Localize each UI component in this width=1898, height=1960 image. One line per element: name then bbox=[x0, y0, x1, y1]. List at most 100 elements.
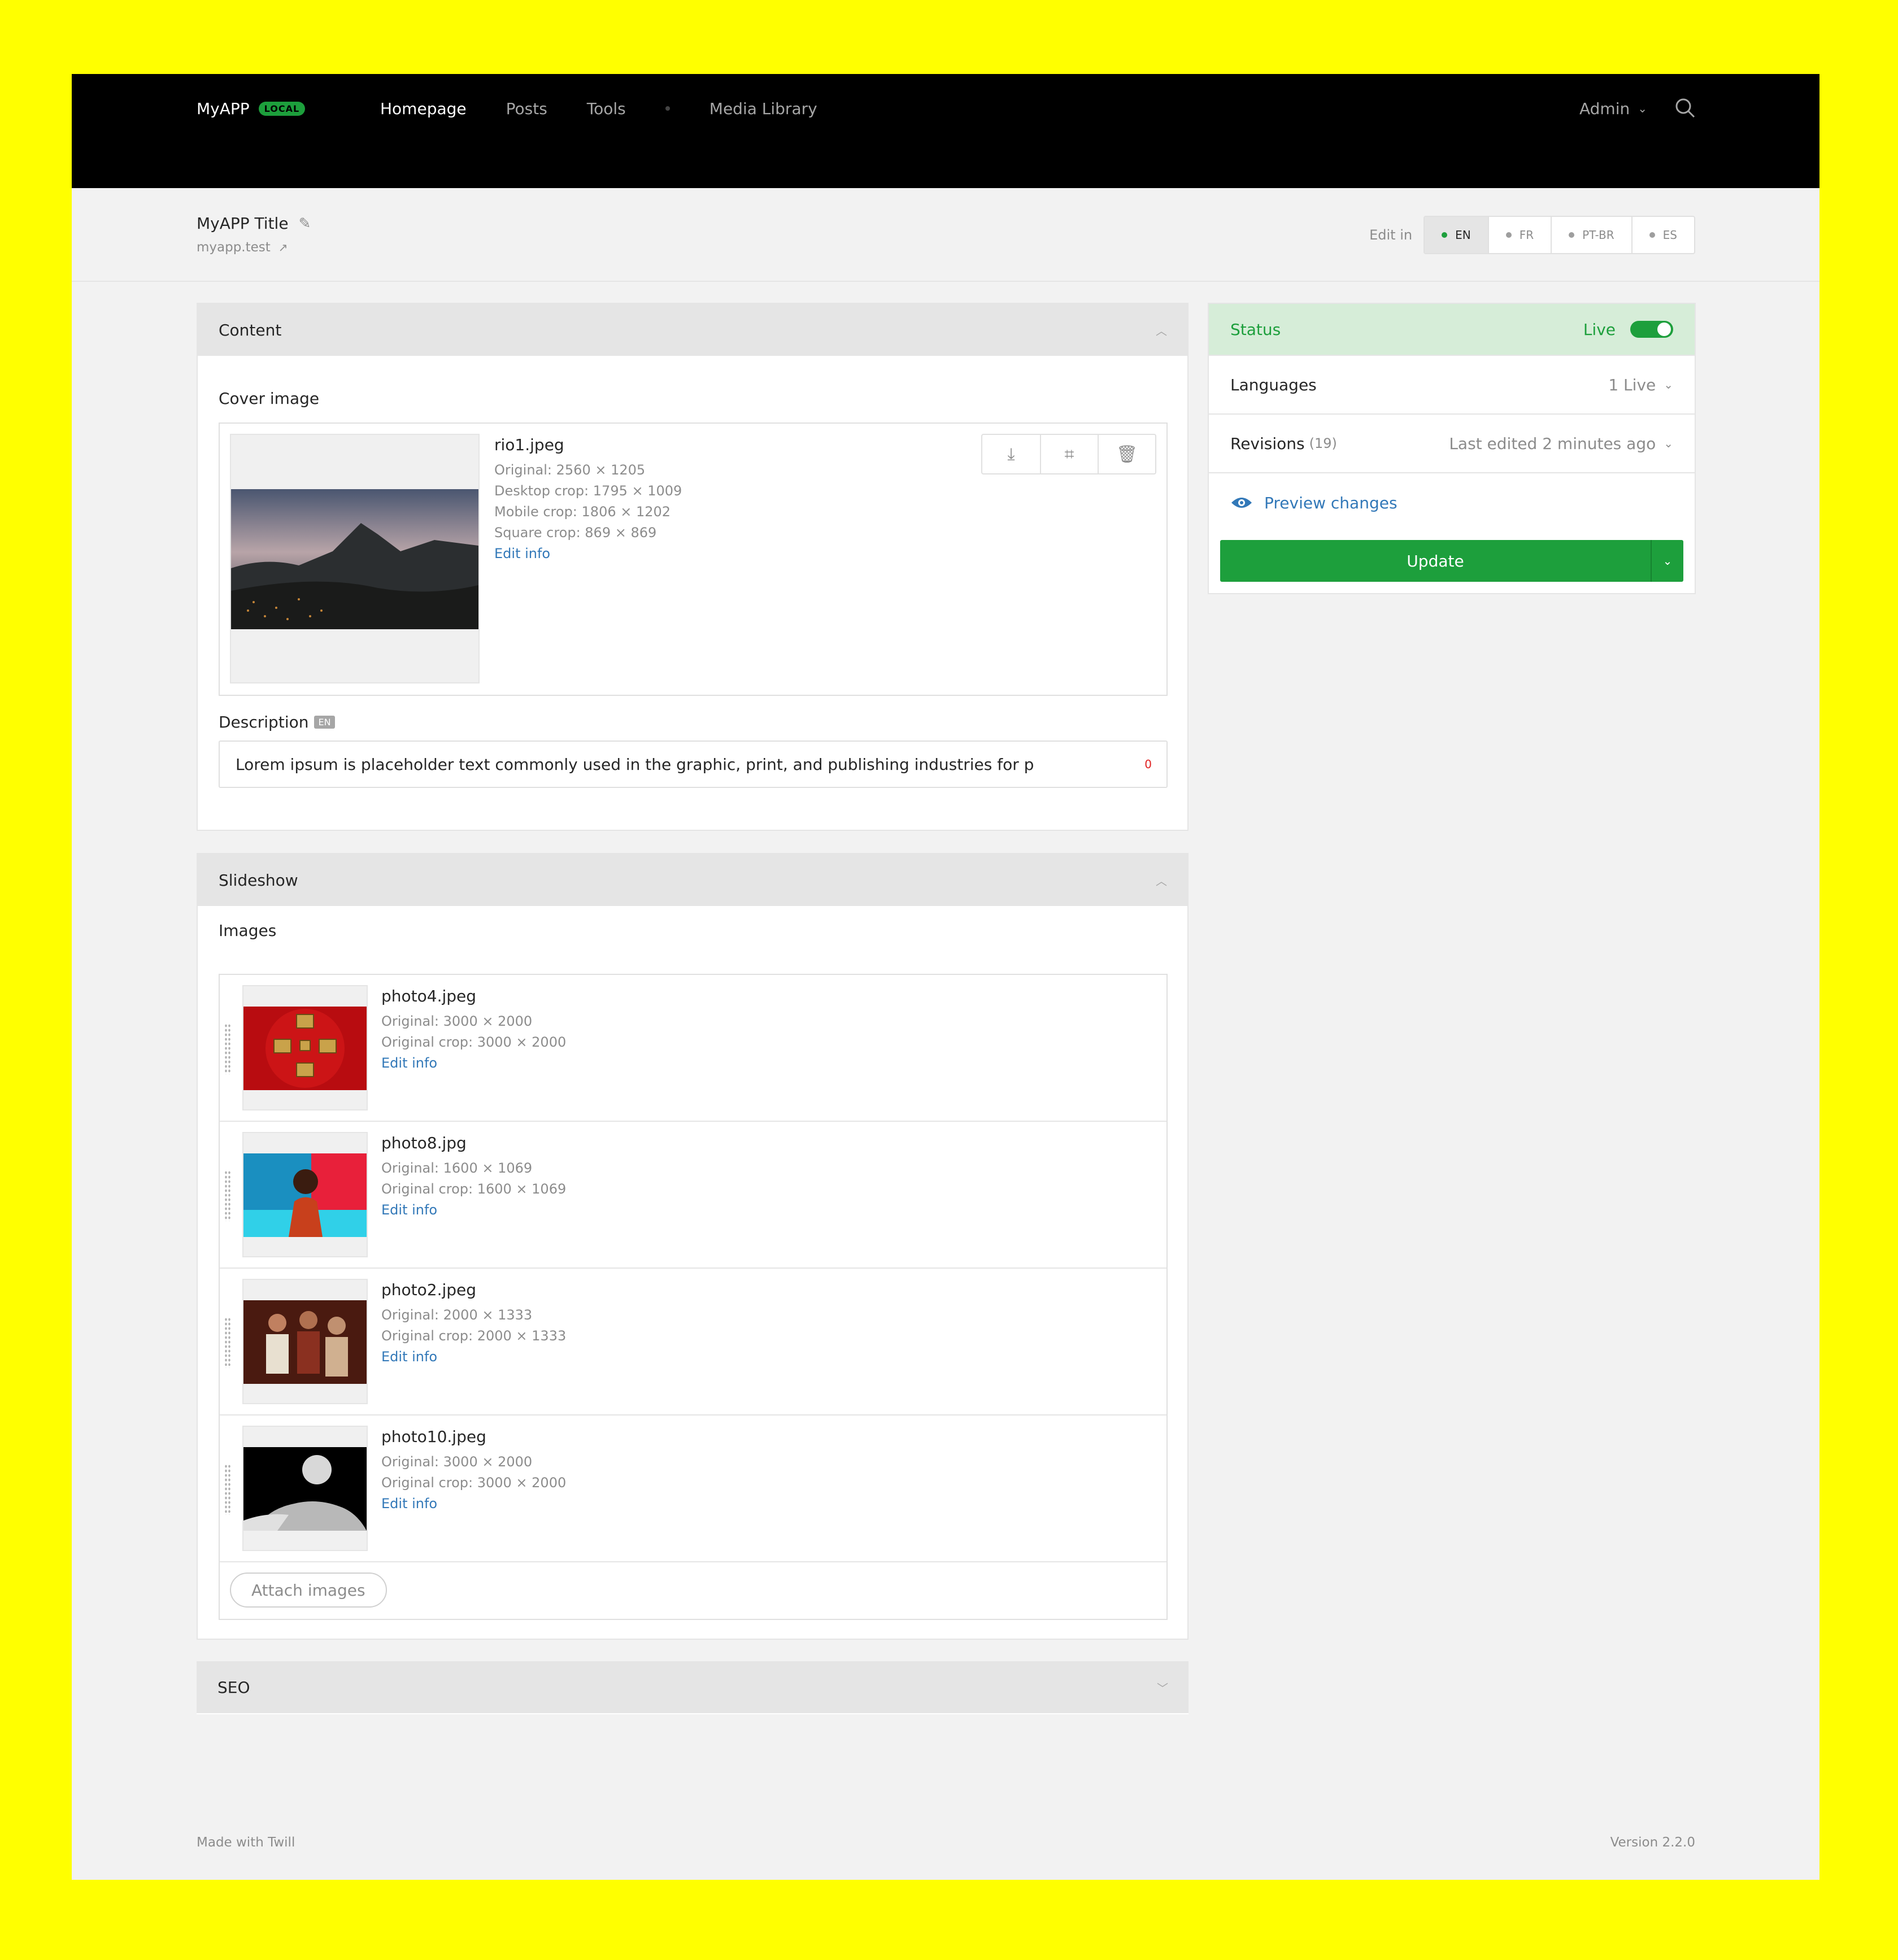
cover-image-field: rio1.jpeg Original: 2560 × 1205 Desktop … bbox=[219, 423, 1168, 696]
cover-photo bbox=[231, 489, 478, 629]
main-nav: Homepage Posts Tools Media Library bbox=[380, 94, 857, 123]
title-bar: MyAPP Title ✎ myapp.test ↗ Edit in EN FR… bbox=[72, 188, 1819, 282]
image-thumbnail[interactable] bbox=[242, 1426, 368, 1551]
lang-code: ES bbox=[1662, 228, 1677, 242]
status-dot bbox=[1649, 232, 1655, 238]
drag-handle[interactable] bbox=[224, 1023, 231, 1074]
square-crop: Square crop: 869 × 869 bbox=[494, 525, 657, 541]
chevron-down-icon: ⌄ bbox=[1662, 554, 1673, 568]
image-thumbnail[interactable] bbox=[242, 1132, 368, 1257]
delete-button[interactable]: 🗑 bbox=[1098, 435, 1155, 473]
crop-button[interactable]: ⌗ bbox=[1040, 435, 1098, 473]
status-value: Live bbox=[1583, 320, 1616, 339]
character-counter: 0 bbox=[1144, 757, 1152, 771]
language-switcher: Edit in EN FR PT-BR ES bbox=[1369, 216, 1695, 254]
brand-name: MyAPP bbox=[197, 99, 250, 118]
footer-version: Version 2.2.0 bbox=[1610, 1835, 1695, 1850]
image-meta: photo8.jpg Original: 1600 × 1069 Origina… bbox=[381, 1132, 566, 1221]
update-button[interactable]: Update bbox=[1220, 540, 1651, 582]
revisions-row[interactable]: Revisions (19) Last edited 2 minutes ago… bbox=[1209, 415, 1695, 473]
photo10-image bbox=[243, 1447, 367, 1531]
preview-changes-link[interactable]: Preview changes bbox=[1209, 473, 1695, 532]
edit-info-link[interactable]: Edit info bbox=[381, 1347, 566, 1367]
nav-item-media-library[interactable]: Media Library bbox=[709, 99, 817, 118]
original-crop: Original crop: 2000 × 1333 bbox=[381, 1328, 567, 1344]
photo2-image bbox=[243, 1300, 367, 1384]
status-dot bbox=[1569, 232, 1575, 238]
lang-button-fr[interactable]: FR bbox=[1487, 217, 1551, 253]
status-dot bbox=[1505, 232, 1512, 238]
drag-handle[interactable] bbox=[224, 1464, 231, 1515]
drag-handle[interactable] bbox=[224, 1170, 231, 1221]
download-button[interactable]: ⤓ bbox=[982, 435, 1040, 473]
description-value: Lorem ipsum is placeholder text commonly… bbox=[236, 755, 1034, 774]
image-meta: photo2.jpeg Original: 2000 × 1333 Origin… bbox=[381, 1279, 566, 1367]
footer-credit[interactable]: Made with Twill bbox=[197, 1835, 295, 1850]
chevron-down-icon: ⌄ bbox=[1664, 437, 1673, 450]
file-name: photo10.jpeg bbox=[381, 1427, 486, 1446]
description-input[interactable]: Lorem ipsum is placeholder text commonly… bbox=[219, 741, 1168, 788]
pencil-icon[interactable]: ✎ bbox=[299, 215, 311, 232]
edit-info-link[interactable]: Edit info bbox=[381, 1493, 566, 1514]
edit-in-label: Edit in bbox=[1369, 227, 1413, 243]
external-link-icon: ↗ bbox=[278, 241, 288, 254]
content-panel-header[interactable]: Content ︿ bbox=[198, 304, 1187, 356]
user-menu[interactable]: Admin ⌄ bbox=[1579, 94, 1647, 123]
lang-code: FR bbox=[1519, 228, 1534, 242]
cover-thumbnail[interactable] bbox=[230, 434, 480, 683]
original-crop: Original crop: 3000 × 2000 bbox=[381, 1475, 567, 1491]
nav-item-tools[interactable]: Tools bbox=[587, 99, 626, 118]
download-icon: ⤓ bbox=[1007, 444, 1015, 464]
lang-button-pt-br[interactable]: PT-BR bbox=[1551, 217, 1631, 253]
drag-handle[interactable] bbox=[224, 1317, 231, 1368]
attach-images-button[interactable]: Attach images bbox=[230, 1573, 387, 1608]
image-thumbnail[interactable] bbox=[242, 985, 368, 1110]
edit-info-link[interactable]: Edit info bbox=[381, 1200, 566, 1221]
lang-button-es[interactable]: ES bbox=[1631, 217, 1694, 253]
field-label-text: Cover image bbox=[219, 389, 320, 408]
user-name: Admin bbox=[1579, 99, 1630, 118]
update-area: Update ⌄ bbox=[1209, 532, 1695, 593]
description-label: Description EN bbox=[219, 713, 335, 731]
nav-item-posts[interactable]: Posts bbox=[506, 99, 547, 118]
update-options-button[interactable]: ⌄ bbox=[1651, 540, 1683, 582]
permalink-text: myapp.test bbox=[197, 240, 271, 255]
app-window: MyAPP LOCAL Homepage Posts Tools Media L… bbox=[72, 74, 1819, 1880]
search-icon[interactable] bbox=[1674, 97, 1696, 119]
language-buttons: EN FR PT-BR ES bbox=[1424, 216, 1695, 254]
languages-row[interactable]: Languages 1 Live ⌄ bbox=[1209, 356, 1695, 415]
field-label-text: Description bbox=[219, 713, 309, 731]
nav-item-homepage[interactable]: Homepage bbox=[380, 99, 467, 118]
image-meta: photo10.jpeg Original: 3000 × 2000 Origi… bbox=[381, 1426, 566, 1514]
panel-title: Slideshow bbox=[219, 870, 298, 890]
list-item: photo2.jpeg Original: 2000 × 1333 Origin… bbox=[220, 1269, 1166, 1415]
lang-button-en[interactable]: EN bbox=[1425, 217, 1488, 253]
lang-code: EN bbox=[1455, 228, 1471, 242]
file-name: photo4.jpeg bbox=[381, 987, 477, 1005]
original-crop: Original crop: 3000 × 2000 bbox=[381, 1034, 567, 1050]
revisions-summary: Last edited 2 minutes ago ⌄ bbox=[1449, 434, 1673, 453]
languages-value: 1 Live bbox=[1608, 375, 1656, 394]
photo8-image bbox=[243, 1153, 367, 1237]
live-toggle[interactable] bbox=[1630, 321, 1673, 338]
top-navigation-bar: MyAPP LOCAL Homepage Posts Tools Media L… bbox=[72, 74, 1819, 188]
slideshow-panel-header[interactable]: Slideshow ︿ bbox=[198, 854, 1187, 906]
images-list: photo4.jpeg Original: 3000 × 2000 Origin… bbox=[219, 974, 1168, 1620]
slideshow-panel: Slideshow ︿ Images photo4.jpeg Original:… bbox=[197, 853, 1189, 1640]
list-item: photo4.jpeg Original: 3000 × 2000 Origin… bbox=[220, 975, 1166, 1122]
chevron-up-icon: ︿ bbox=[1156, 324, 1167, 338]
edit-info-link[interactable]: Edit info bbox=[381, 1053, 566, 1074]
image-thumbnail[interactable] bbox=[242, 1279, 368, 1404]
field-label-text: Images bbox=[219, 921, 277, 940]
languages-summary: 1 Live ⌄ bbox=[1608, 376, 1673, 394]
panel-title: SEO bbox=[217, 1678, 250, 1697]
panel-title: Content bbox=[219, 320, 282, 339]
toggle-knob bbox=[1657, 323, 1671, 336]
permalink[interactable]: myapp.test ↗ bbox=[197, 240, 288, 255]
original-size: Original: 2560 × 1205 bbox=[494, 462, 646, 478]
page-title: MyAPP Title ✎ bbox=[197, 214, 311, 233]
edit-info-link[interactable]: Edit info bbox=[494, 543, 682, 564]
app-brand[interactable]: MyAPP LOCAL bbox=[197, 94, 306, 123]
seo-panel-header[interactable]: SEO ﹀ bbox=[197, 1661, 1189, 1713]
page-title-text: MyAPP Title bbox=[197, 214, 289, 233]
